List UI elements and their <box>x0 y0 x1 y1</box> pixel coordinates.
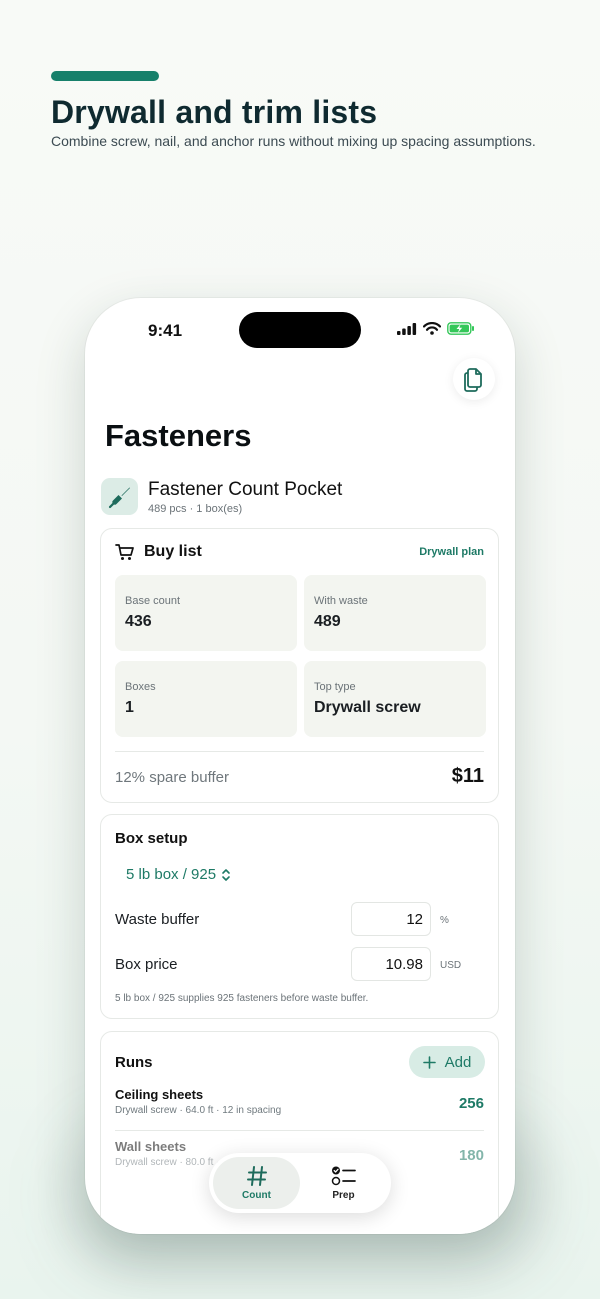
dynamic-island <box>239 312 361 348</box>
tab-prep[interactable]: Prep <box>300 1157 387 1209</box>
tab-count-label: Count <box>242 1190 271 1201</box>
hero-subtitle: Combine screw, nail, and anchor runs wit… <box>51 133 536 149</box>
hash-icon <box>246 1166 267 1186</box>
waste-buffer-input[interactable]: 12 <box>351 902 431 936</box>
stat-label: Base count <box>125 595 181 607</box>
stat-value: 489 <box>314 613 341 630</box>
run-row-ceiling[interactable]: Ceiling sheets Drywall screw · 64.0 ft ·… <box>115 1087 484 1135</box>
stat-label: Boxes <box>125 681 156 693</box>
buy-list-header: Buy list <box>115 543 202 561</box>
copy-documents-icon <box>464 368 482 392</box>
stat-label: Top type <box>314 681 356 693</box>
spare-buffer-text: 12% spare buffer <box>115 769 229 786</box>
run-name: Wall sheets <box>115 1139 187 1154</box>
phone-frame: 9:41 Fasteners Fastener Count Pocket 489… <box>85 298 515 1234</box>
status-time: 9:41 <box>148 321 183 340</box>
buy-list-card: Buy list Drywall plan Base count 436 Wit… <box>100 528 499 803</box>
battery-charging-icon <box>447 322 474 335</box>
run-count: 180 <box>458 1147 484 1164</box>
waste-unit: % <box>440 915 449 926</box>
price-unit: USD <box>440 960 462 971</box>
box-setup-card: Box setup 5 lb box / 925 Waste buffer 12… <box>100 814 499 1019</box>
divider <box>115 1130 484 1131</box>
cart-icon <box>115 544 134 560</box>
status-icons <box>397 322 475 335</box>
add-run-button[interactable]: Add <box>409 1046 485 1078</box>
hero-title: Drywall and trim lists <box>51 94 378 130</box>
box-price-label: Box price <box>115 956 178 973</box>
wifi-icon <box>423 322 441 335</box>
divider <box>115 751 484 752</box>
app-meta: 489 pcs · 1 box(es) <box>148 502 243 515</box>
box-price-input[interactable]: 10.98 <box>351 947 431 981</box>
copy-button[interactable] <box>453 358 495 400</box>
waste-buffer-label: Waste buffer <box>115 911 200 928</box>
tab-bar: Count Prep <box>209 1153 391 1213</box>
stat-label: With waste <box>314 595 368 607</box>
plus-icon <box>422 1055 436 1069</box>
signal-icon <box>397 322 417 335</box>
checklist-icon <box>331 1166 356 1186</box>
run-name: Ceiling sheets <box>115 1087 204 1102</box>
box-size-value: 5 lb box / 925 <box>126 866 217 883</box>
page-title: Fasteners <box>105 418 252 453</box>
box-setup-title: Box setup <box>115 830 188 847</box>
screwdriver-icon <box>101 478 138 515</box>
chevron-up-down-icon <box>222 868 230 881</box>
tab-count[interactable]: Count <box>213 1157 300 1209</box>
drywall-plan-link[interactable]: Drywall plan <box>419 546 484 558</box>
stat-value: 1 <box>125 699 134 716</box>
total-price: $11 <box>451 765 484 787</box>
stat-boxes: Boxes 1 <box>115 661 297 737</box>
stat-base-count: Base count 436 <box>115 575 297 651</box>
stat-with-waste: With waste 489 <box>304 575 486 651</box>
run-count: 256 <box>458 1095 484 1112</box>
stat-value: 436 <box>125 613 152 630</box>
box-help-text: 5 lb box / 925 supplies 925 fasteners be… <box>115 993 369 1004</box>
box-size-select[interactable]: 5 lb box / 925 <box>126 866 231 883</box>
tab-prep-label: Prep <box>332 1190 355 1201</box>
runs-title: Runs <box>115 1054 153 1071</box>
app-name: Fastener Count Pocket <box>148 478 343 500</box>
run-detail: Drywall screw · 64.0 ft · 12 in spacing <box>115 1105 282 1116</box>
add-run-label: Add <box>444 1053 472 1071</box>
buy-list-title: Buy list <box>144 543 202 560</box>
stat-top-type: Top type Drywall screw <box>304 661 486 737</box>
stat-value: Drywall screw <box>314 699 421 716</box>
hero-accent-bar <box>51 71 159 81</box>
app-header: Fastener Count Pocket 489 pcs · 1 box(es… <box>101 478 342 515</box>
